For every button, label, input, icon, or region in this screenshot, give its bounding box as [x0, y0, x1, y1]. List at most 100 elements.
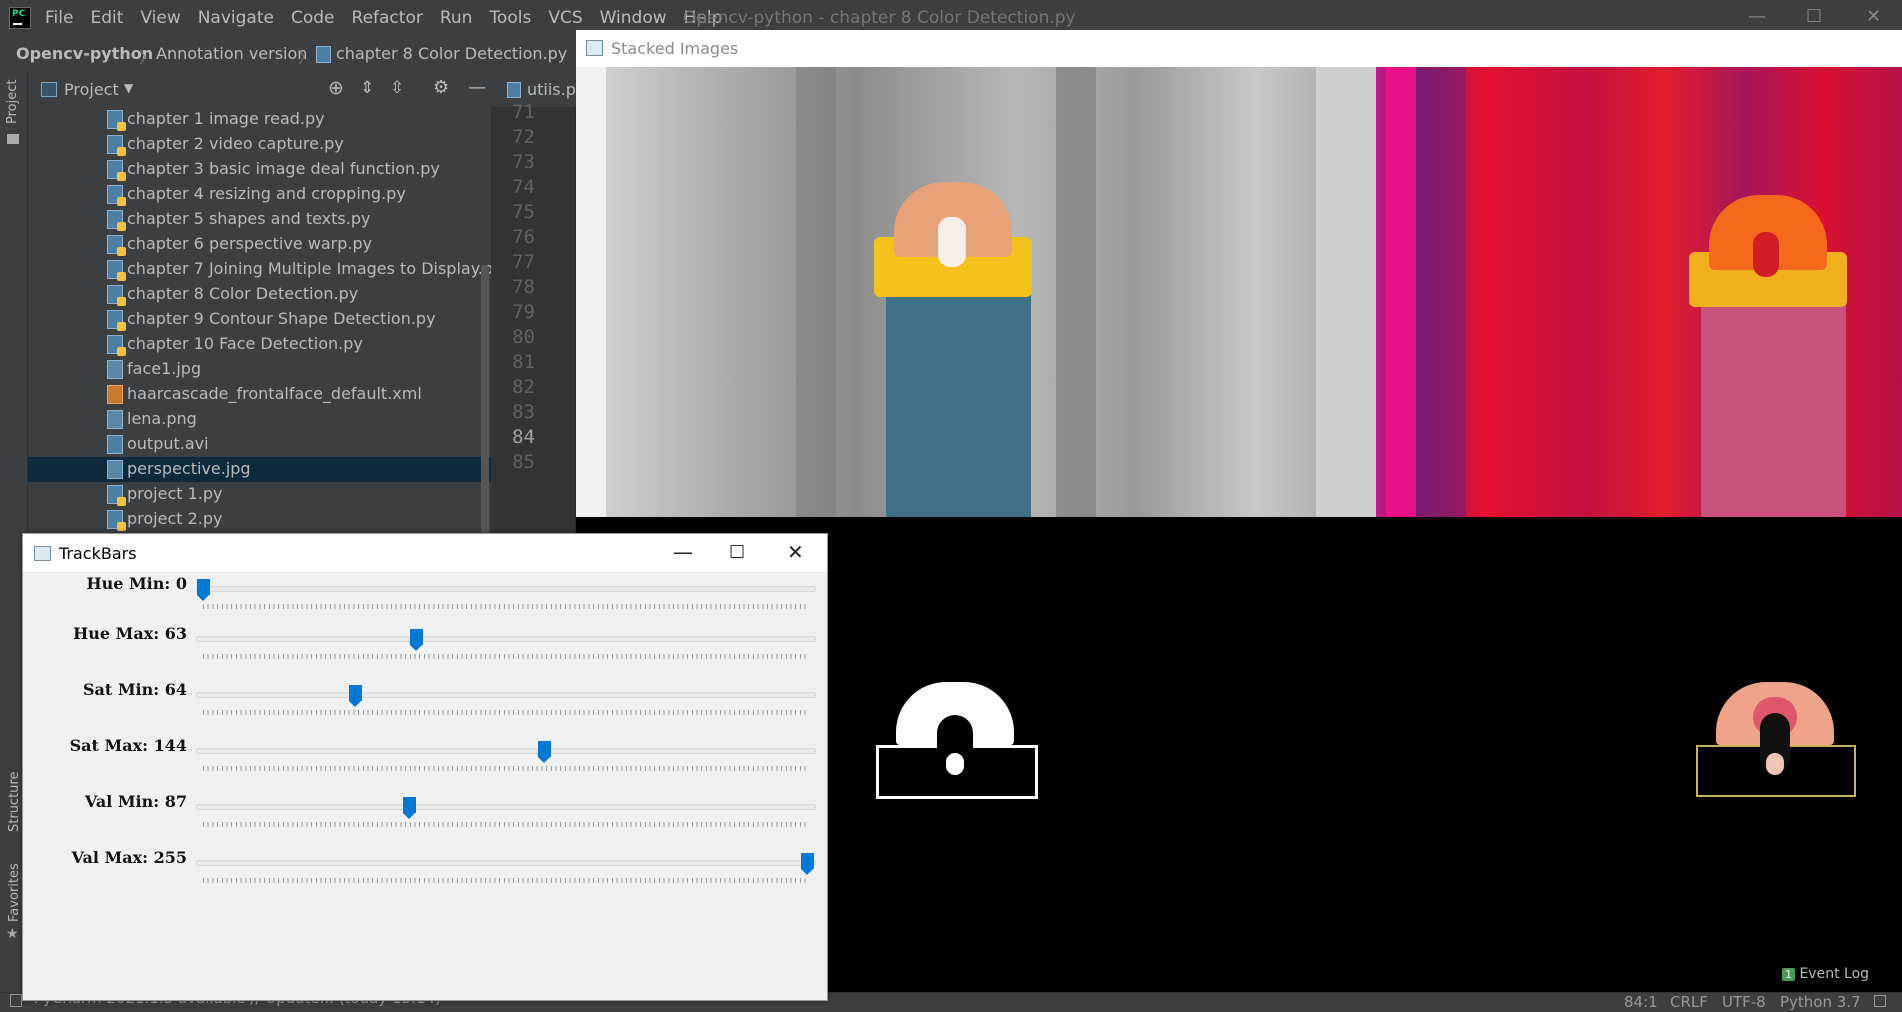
caret-position[interactable]: 84:1	[1624, 993, 1658, 1011]
project-panel-title[interactable]: Project	[64, 80, 119, 99]
trackbar-thumb[interactable]	[409, 629, 423, 651]
line-separator[interactable]: CRLF	[1670, 993, 1708, 1011]
project-panel-header: Project ▼ ⊕ ⇕ ⇳ ⚙ —	[28, 72, 491, 108]
tree-item[interactable]: lena.png	[28, 407, 491, 432]
hide-panel-icon[interactable]: —	[468, 77, 486, 98]
trackbar-row: Sat Max: 144	[23, 736, 827, 792]
trackbar-thumb[interactable]	[197, 579, 210, 601]
tree-item[interactable]: project 1.py	[28, 482, 491, 507]
tree-item[interactable]: chapter 6 perspective warp.py	[28, 232, 491, 257]
trackbar-thumb[interactable]	[538, 741, 552, 763]
tree-item[interactable]: chapter 2 video capture.py	[28, 132, 491, 157]
close-icon[interactable]: ✕	[787, 540, 804, 564]
tree-item[interactable]: perspective.jpg	[28, 457, 491, 482]
trackbar-track[interactable]	[196, 586, 816, 592]
lock-icon[interactable]	[1874, 995, 1886, 1007]
tree-item-label: chapter 5 shapes and texts.py	[127, 209, 371, 228]
trackbar-row: Hue Min: 0	[23, 574, 827, 630]
line-number: 84	[512, 426, 535, 448]
hsv-image	[1376, 67, 1902, 517]
stacked-images-titlebar[interactable]: Stacked Images	[576, 30, 1902, 67]
trackbar-track[interactable]	[196, 860, 816, 866]
tree-item[interactable]: chapter 4 resizing and cropping.py	[28, 182, 491, 207]
menu-window[interactable]: Window	[600, 8, 667, 28]
event-log[interactable]: 1 Event Log	[1782, 966, 1869, 988]
menu-tools[interactable]: Tools	[489, 8, 531, 28]
project-tool-tab[interactable]: Project	[5, 80, 20, 124]
favorites-tool-tab[interactable]: Favorites	[7, 863, 22, 922]
line-number: 72	[512, 126, 535, 148]
status-toggle-icon[interactable]	[10, 994, 22, 1007]
trackbar-ticks	[203, 822, 807, 827]
breadcrumb-file[interactable]: chapter 8 Color Detection.py	[336, 44, 567, 63]
menu-navigate[interactable]: Navigate	[198, 8, 274, 28]
trackbar-track[interactable]	[196, 636, 816, 642]
chevron-down-icon[interactable]: ▼	[124, 81, 133, 95]
line-number: 83	[512, 401, 535, 423]
tree-item[interactable]: chapter 3 basic image deal function.py	[28, 157, 491, 182]
project-view-icon	[41, 82, 57, 97]
tree-scrollbar[interactable]	[481, 265, 489, 535]
trackbar-track[interactable]	[196, 748, 816, 754]
breadcrumb-separator: 〉	[298, 48, 315, 67]
trackbar-label: Hue Min: 0	[86, 574, 187, 593]
python-file-icon	[107, 485, 126, 506]
tree-item[interactable]: haarcascade_frontalface_default.xml	[28, 382, 491, 407]
menu-edit[interactable]: Edit	[90, 8, 123, 28]
menu-run[interactable]: Run	[440, 8, 473, 28]
menu-code[interactable]: Code	[291, 8, 335, 28]
menu-file[interactable]: File	[45, 8, 73, 28]
trackbar-thumb[interactable]	[348, 685, 362, 707]
line-number: 74	[512, 176, 535, 198]
bottle-button	[938, 217, 966, 267]
trackbar-row: Val Min: 87	[23, 792, 827, 848]
file-encoding[interactable]: UTF-8	[1722, 993, 1766, 1011]
breadcrumb-project[interactable]: Opencv-python	[16, 44, 153, 63]
trackbars-window: TrackBars — ☐ ✕ Hue Min: 0 Hue Max: 63 Sat…	[22, 533, 828, 1001]
trackbar-thumb[interactable]	[403, 797, 417, 819]
close-icon[interactable]: ✕	[1866, 6, 1881, 27]
curtain-fold	[796, 67, 836, 517]
trackbar-ticks	[203, 654, 807, 659]
trackbar-ticks	[203, 766, 807, 771]
purple-noise	[1416, 67, 1466, 517]
minimize-icon[interactable]: —	[673, 540, 693, 564]
tree-item[interactable]: chapter 1 image read.py	[28, 107, 491, 132]
expand-all-icon[interactable]: ⇕	[360, 78, 374, 98]
trackbar-thumb[interactable]	[801, 853, 814, 875]
python-file-icon	[507, 82, 521, 98]
image-file-icon	[107, 410, 123, 429]
minimize-icon[interactable]: —	[1748, 6, 1766, 27]
trackbar-track[interactable]	[196, 692, 816, 698]
structure-tool-tab[interactable]: Structure	[7, 772, 22, 832]
menu-view[interactable]: View	[140, 8, 180, 28]
tree-item[interactable]: chapter 7 Joining Multiple Images to Dis…	[28, 257, 491, 282]
collapse-all-icon[interactable]: ⇳	[390, 78, 404, 98]
maximize-icon[interactable]: ☐	[729, 542, 745, 563]
xml-file-icon	[107, 385, 123, 404]
tree-item-label: project 2.py	[127, 509, 223, 528]
tree-item[interactable]: project 2.py	[28, 507, 491, 532]
bottle-body	[886, 287, 1031, 517]
tree-item[interactable]: chapter 5 shapes and texts.py	[28, 207, 491, 232]
gear-icon[interactable]: ⚙	[433, 77, 449, 98]
tree-item[interactable]: output.avi	[28, 432, 491, 457]
trackbar-track[interactable]	[196, 804, 816, 810]
pycharm-logo-icon[interactable]	[9, 7, 31, 29]
tree-item[interactable]: chapter 9 Contour Shape Detection.py	[28, 307, 491, 332]
menu-refactor[interactable]: Refactor	[352, 8, 423, 28]
menu-vcs[interactable]: VCS	[548, 8, 582, 28]
python-file-icon	[107, 110, 126, 131]
python-interpreter[interactable]: Python 3.7	[1780, 993, 1861, 1011]
line-number: 71	[512, 101, 535, 123]
trackbar-ticks	[203, 878, 807, 883]
trackbars-titlebar[interactable]: TrackBars — ☐ ✕	[23, 534, 827, 573]
python-file-icon	[316, 46, 331, 63]
breadcrumb-folder[interactable]: Annotation version	[156, 44, 307, 63]
locate-icon[interactable]: ⊕	[328, 77, 344, 99]
tree-item[interactable]: chapter 8 Color Detection.py	[28, 282, 491, 307]
maximize-icon[interactable]: ☐	[1806, 6, 1822, 27]
tree-item[interactable]: face1.jpg	[28, 357, 491, 382]
tree-item[interactable]: chapter 10 Face Detection.py	[28, 332, 491, 357]
window-app-icon	[34, 546, 51, 561]
